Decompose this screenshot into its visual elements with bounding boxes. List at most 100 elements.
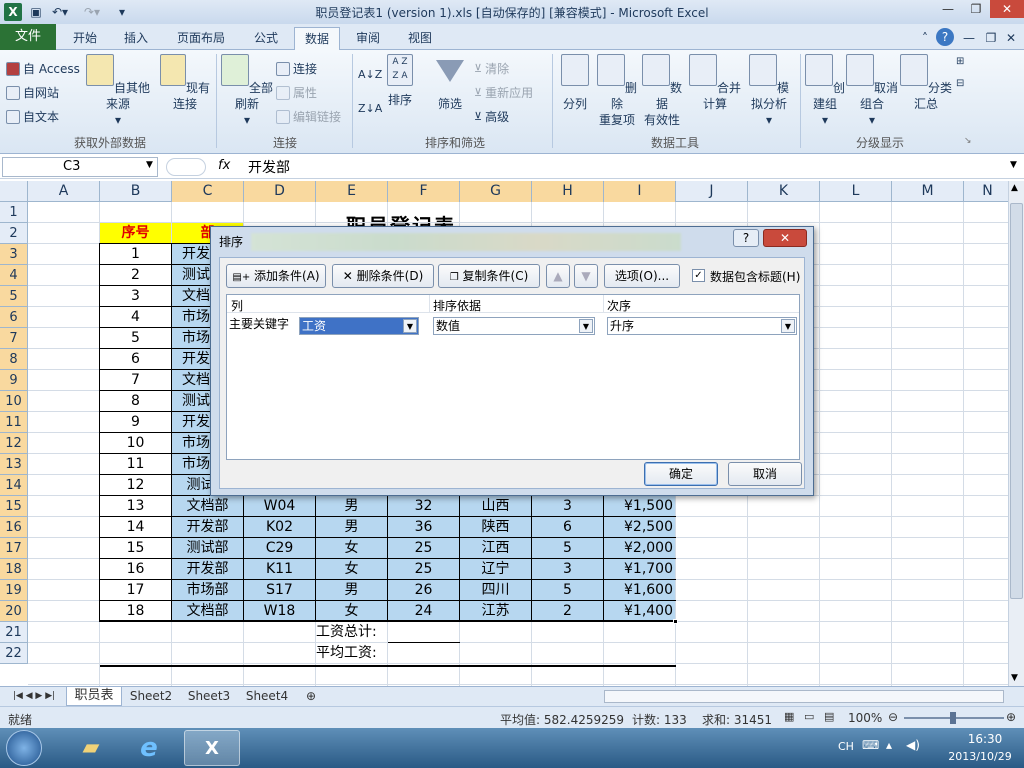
from-text-button[interactable]: 自文本 (6, 108, 59, 125)
row-header[interactable]: 18 (0, 559, 28, 580)
cell[interactable]: 32 (388, 496, 459, 517)
view-page-break-icon[interactable]: ▤ (824, 710, 834, 723)
cell[interactable]: 女 (316, 601, 387, 622)
cell[interactable]: 2 (532, 601, 603, 622)
ie-taskbar-icon[interactable]: e (124, 730, 174, 766)
row-header[interactable]: 2 (0, 223, 28, 244)
sort-desc-button[interactable]: Z↓A (358, 102, 382, 115)
cell[interactable]: 26 (388, 580, 459, 601)
sort-column-select[interactable]: 工资 ▼ (299, 317, 419, 335)
input-language[interactable]: CH (838, 740, 854, 753)
cell[interactable]: 陕西 (460, 517, 531, 538)
tab-review[interactable]: 审阅 (346, 27, 390, 50)
row-header[interactable]: 20 (0, 601, 28, 622)
clear-filter-button[interactable]: ⊻ 清除 (474, 60, 509, 77)
help-icon[interactable]: ? (936, 28, 954, 46)
cell[interactable]: 女 (316, 559, 387, 580)
cell[interactable]: C29 (244, 538, 315, 559)
zoom-level[interactable]: 100% (848, 711, 882, 725)
expand-formula-bar-icon[interactable]: ▼ (1010, 160, 1017, 170)
tab-formulas[interactable]: 公式 (244, 27, 288, 50)
cell[interactable]: W18 (244, 601, 315, 622)
cell[interactable]: 1 (100, 244, 171, 265)
name-box[interactable]: C3 (2, 157, 158, 177)
remove-duplicates-button[interactable]: 删除 重复项 (596, 54, 638, 128)
data-validation-button[interactable]: 数据 有效性 (640, 54, 684, 128)
cell[interactable]: 工资总计: (316, 622, 386, 643)
column-header[interactable]: A (28, 181, 100, 202)
column-header[interactable]: E (316, 181, 388, 202)
what-if-button[interactable]: 模拟分析 ▾ (744, 54, 794, 128)
clock-time[interactable]: 16:30 (950, 732, 1020, 746)
cell[interactable]: K11 (244, 559, 315, 580)
name-box-dropdown-icon[interactable]: ▼ (146, 160, 153, 170)
text-to-columns-button[interactable]: 分列 (556, 54, 594, 112)
cell[interactable]: 文档部 (172, 601, 243, 622)
cell[interactable]: ¥1,400 (604, 601, 675, 622)
tab-insert[interactable]: 插入 (114, 27, 158, 50)
filter-button[interactable]: 筛选 (430, 54, 470, 112)
view-normal-icon[interactable]: ▦ (784, 710, 794, 723)
cell[interactable]: 序号 (100, 223, 171, 244)
row-header[interactable]: 19 (0, 580, 28, 601)
row-header[interactable]: 9 (0, 370, 28, 391)
dialog-help-icon[interactable]: ? (733, 229, 759, 247)
ok-button[interactable]: 确定 (644, 462, 718, 486)
move-up-icon[interactable]: ▲ (546, 264, 570, 288)
tab-home[interactable]: 开始 (62, 27, 108, 50)
cell[interactable]: 12 (100, 475, 171, 496)
tab-page-layout[interactable]: 页面布局 (166, 27, 236, 50)
tab-view[interactable]: 视图 (398, 27, 442, 50)
column-header[interactable]: I (604, 181, 676, 202)
row-header[interactable]: 7 (0, 328, 28, 349)
sheet-tab[interactable]: Sheet3 (182, 687, 236, 706)
volume-icon[interactable]: ◀) (906, 738, 920, 752)
existing-connections-button[interactable]: 现有连接 (158, 54, 212, 112)
cell[interactable]: 男 (316, 517, 387, 538)
customize-qat-icon[interactable]: ▾ (116, 3, 128, 21)
column-header[interactable]: L (820, 181, 892, 202)
add-level-button[interactable]: ▤+ 添加条件(A) (226, 264, 326, 288)
row-header[interactable]: 22 (0, 643, 28, 664)
doc-close-icon[interactable]: ✕ (1004, 27, 1018, 50)
from-access-button[interactable]: 自 Access (6, 60, 80, 77)
doc-minimize-icon[interactable]: — (962, 27, 976, 50)
column-header[interactable]: B (100, 181, 172, 202)
fill-handle[interactable] (673, 619, 678, 624)
cell[interactable]: 24 (388, 601, 459, 622)
column-header[interactable]: F (388, 181, 460, 202)
row-header[interactable]: 13 (0, 454, 28, 475)
tab-file[interactable]: 文件 (0, 24, 56, 50)
save-icon[interactable]: ▣ (28, 3, 44, 21)
hide-detail-icon[interactable]: ⊟ (956, 78, 964, 89)
cell[interactable]: 16 (100, 559, 171, 580)
cell[interactable]: 13 (100, 496, 171, 517)
cell[interactable]: 6 (100, 349, 171, 370)
cell[interactable]: 江西 (460, 538, 531, 559)
cell[interactable]: 18 (100, 601, 171, 622)
formula-input[interactable]: 开发部 (248, 157, 290, 177)
cell[interactable]: K02 (244, 517, 315, 538)
sheet-tab[interactable]: Sheet2 (124, 687, 178, 706)
sheet-tab[interactable]: 职员表 (66, 687, 122, 706)
subtotal-button[interactable]: 分类汇总 (900, 54, 952, 112)
row-header[interactable]: 17 (0, 538, 28, 559)
cell[interactable]: 7 (100, 370, 171, 391)
clock-date[interactable]: 2013/10/29 (940, 750, 1020, 763)
restore-icon[interactable]: ❐ (962, 0, 990, 18)
cell[interactable]: 6 (532, 517, 603, 538)
cell[interactable]: 江苏 (460, 601, 531, 622)
tray-arrow-icon[interactable]: ▴ (886, 738, 892, 752)
dropdown-arrow-icon[interactable]: ▼ (403, 319, 417, 333)
properties-button[interactable]: 属性 (276, 84, 317, 101)
edit-links-button[interactable]: 编辑链接 (276, 108, 341, 125)
cell[interactable]: 5 (532, 538, 603, 559)
cell[interactable]: 辽宁 (460, 559, 531, 580)
cell[interactable]: 开发部 (172, 559, 243, 580)
other-sources-button[interactable]: 自其他来源 ▾ (86, 54, 150, 128)
formula-bar-resize-handle[interactable] (166, 158, 206, 176)
select-all-corner[interactable] (0, 181, 28, 202)
cell[interactable]: 36 (388, 517, 459, 538)
cell[interactable]: 8 (100, 391, 171, 412)
cell[interactable]: 3 (532, 496, 603, 517)
